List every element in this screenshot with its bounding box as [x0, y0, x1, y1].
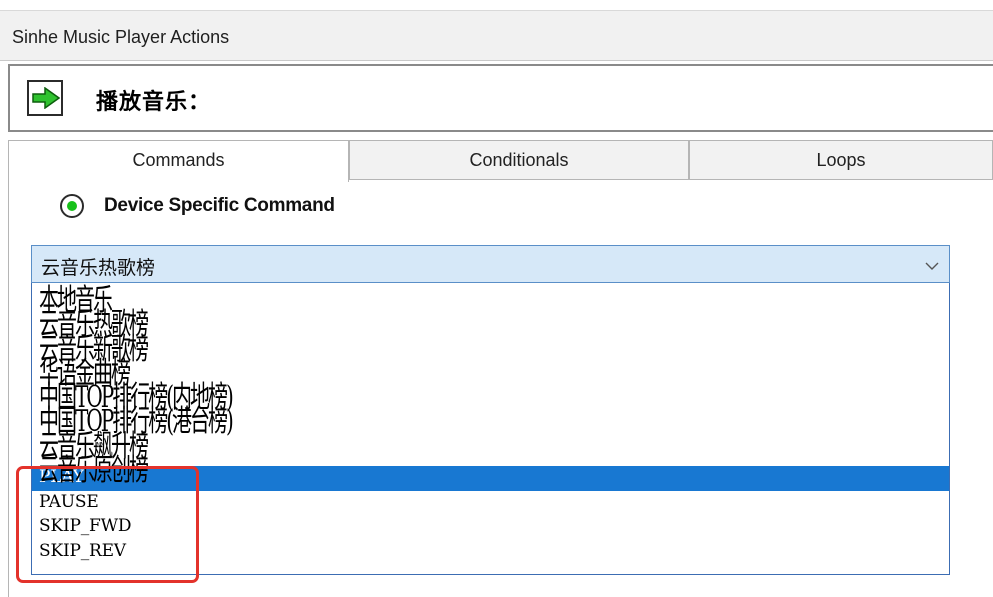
option-skip-rev[interactable]: SKIP_REV [32, 540, 949, 565]
dialog-title-bar: Sinhe Music Player Actions [0, 11, 993, 61]
tab-loops[interactable]: Loops [689, 140, 993, 180]
option-cloud-original[interactable]: 云音乐原创榜 [32, 452, 949, 487]
tab-panel-border [8, 180, 9, 597]
top-edge [0, 0, 993, 11]
radio-label: Device Specific Command [104, 195, 335, 216]
command-select[interactable]: 云音乐热歌榜 [31, 245, 950, 283]
option-skip-fwd[interactable]: SKIP_FWD [32, 515, 949, 540]
green-right-arrow-icon[interactable] [27, 80, 63, 116]
tab-strip: Commands Conditionals Loops [8, 140, 993, 182]
command-select-value: 云音乐热歌榜 [41, 257, 156, 279]
radio-selected-dot [67, 201, 77, 211]
action-label: 播放音乐： [96, 90, 212, 115]
action-header: 播放音乐： [8, 64, 993, 132]
chevron-down-icon[interactable] [925, 258, 939, 276]
radio-indicator[interactable] [60, 194, 84, 218]
option-pause[interactable]: PAUSE [32, 491, 949, 516]
dialog-title: Sinhe Music Player Actions [12, 27, 230, 47]
command-dropdown-list: 本地音乐 云音乐热歌榜 云音乐新歌榜 华语金曲榜 中国TOP排行榜(内地榜) 中… [31, 283, 950, 575]
tab-conditionals[interactable]: Conditionals [349, 140, 689, 180]
tab-commands[interactable]: Commands [8, 140, 349, 182]
